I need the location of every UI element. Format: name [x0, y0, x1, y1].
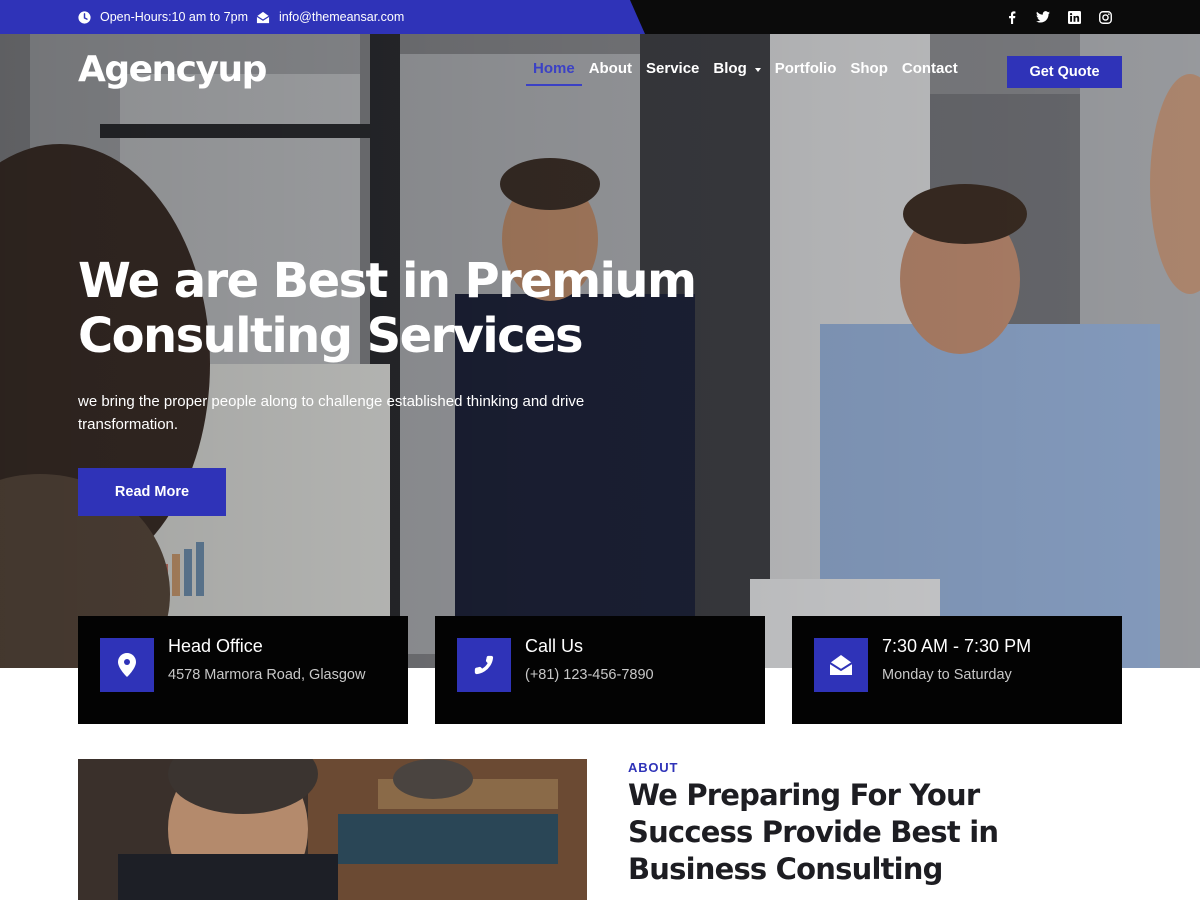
twitter-icon[interactable] [1036, 10, 1050, 24]
envelope-icon [256, 11, 270, 24]
nav-contact-label: Contact [901, 60, 958, 77]
phone-icon [457, 638, 511, 692]
clock-icon [78, 10, 91, 24]
envelope-open-icon [814, 638, 868, 692]
info-card-hours: 7:30 AM - 7:30 PM Monday to Saturday [792, 616, 1122, 724]
site-logo[interactable]: Agencyup [78, 49, 267, 90]
info-title: Call Us [525, 636, 584, 656]
hero-subtitle: we bring the proper people along to chal… [78, 393, 585, 433]
nav-about-label: About [588, 60, 633, 77]
info-text: (+81) 123-456-7890 [525, 667, 654, 683]
social-links [1005, 0, 1112, 34]
contact-email[interactable]: info@themeansar.com [256, 0, 404, 34]
info-card-call-us: Call Us (+81) 123-456-7890 [435, 616, 765, 724]
open-hours: Open-Hours:10 am to 7pm [78, 0, 248, 34]
info-text: Monday to Saturday [882, 667, 1012, 683]
info-card-head-office: Head Office 4578 Marmora Road, Glasgow [78, 616, 408, 724]
hero-title-line-1: We are Best in Premium [78, 253, 697, 309]
get-quote-button[interactable]: Get Quote [1007, 56, 1122, 88]
nav-service[interactable]: Service [639, 60, 706, 86]
location-pin-icon [100, 638, 154, 692]
instagram-icon[interactable] [1098, 10, 1112, 24]
nav-service-label: Service [646, 60, 700, 77]
nav-portfolio-label: Portfolio [774, 60, 837, 77]
top-bar: Open-Hours:10 am to 7pm info@themeansar.… [0, 0, 1200, 34]
nav-blog[interactable]: Blog [706, 60, 767, 86]
nav-portfolio[interactable]: Portfolio [768, 60, 844, 86]
nav-about[interactable]: About [582, 60, 639, 86]
read-more-button[interactable]: Read More [78, 468, 226, 516]
chevron-down-icon [754, 68, 761, 72]
nav-home-label: Home [533, 60, 575, 77]
hero-title: We are Best in Premium Consulting Servic… [78, 254, 718, 364]
open-hours-text: Open-Hours:10 am to 7pm [100, 10, 248, 24]
info-title: 7:30 AM - 7:30 PM [882, 636, 1032, 656]
about-image [78, 759, 587, 900]
linkedin-icon[interactable] [1067, 10, 1081, 24]
hero-section: Agencyup Home About Service Blog Portfol… [0, 34, 1200, 668]
nav-home[interactable]: Home [526, 60, 582, 86]
nav-contact[interactable]: Contact [895, 60, 965, 86]
nav-blog-label: Blog [713, 60, 747, 77]
hero-title-line-2: Consulting Services [78, 308, 584, 364]
email-text[interactable]: info@themeansar.com [279, 10, 404, 24]
main-nav: Home About Service Blog Portfolio Shop C… [526, 60, 965, 86]
info-text: 4578 Marmora Road, Glasgow [168, 667, 366, 683]
info-title: Head Office [168, 636, 263, 656]
about-label: ABOUT [628, 760, 679, 775]
nav-shop[interactable]: Shop [843, 60, 895, 86]
facebook-icon[interactable] [1005, 10, 1019, 24]
about-title: We Preparing For Your Success Provide Be… [628, 778, 999, 886]
nav-shop-label: Shop [850, 60, 888, 77]
